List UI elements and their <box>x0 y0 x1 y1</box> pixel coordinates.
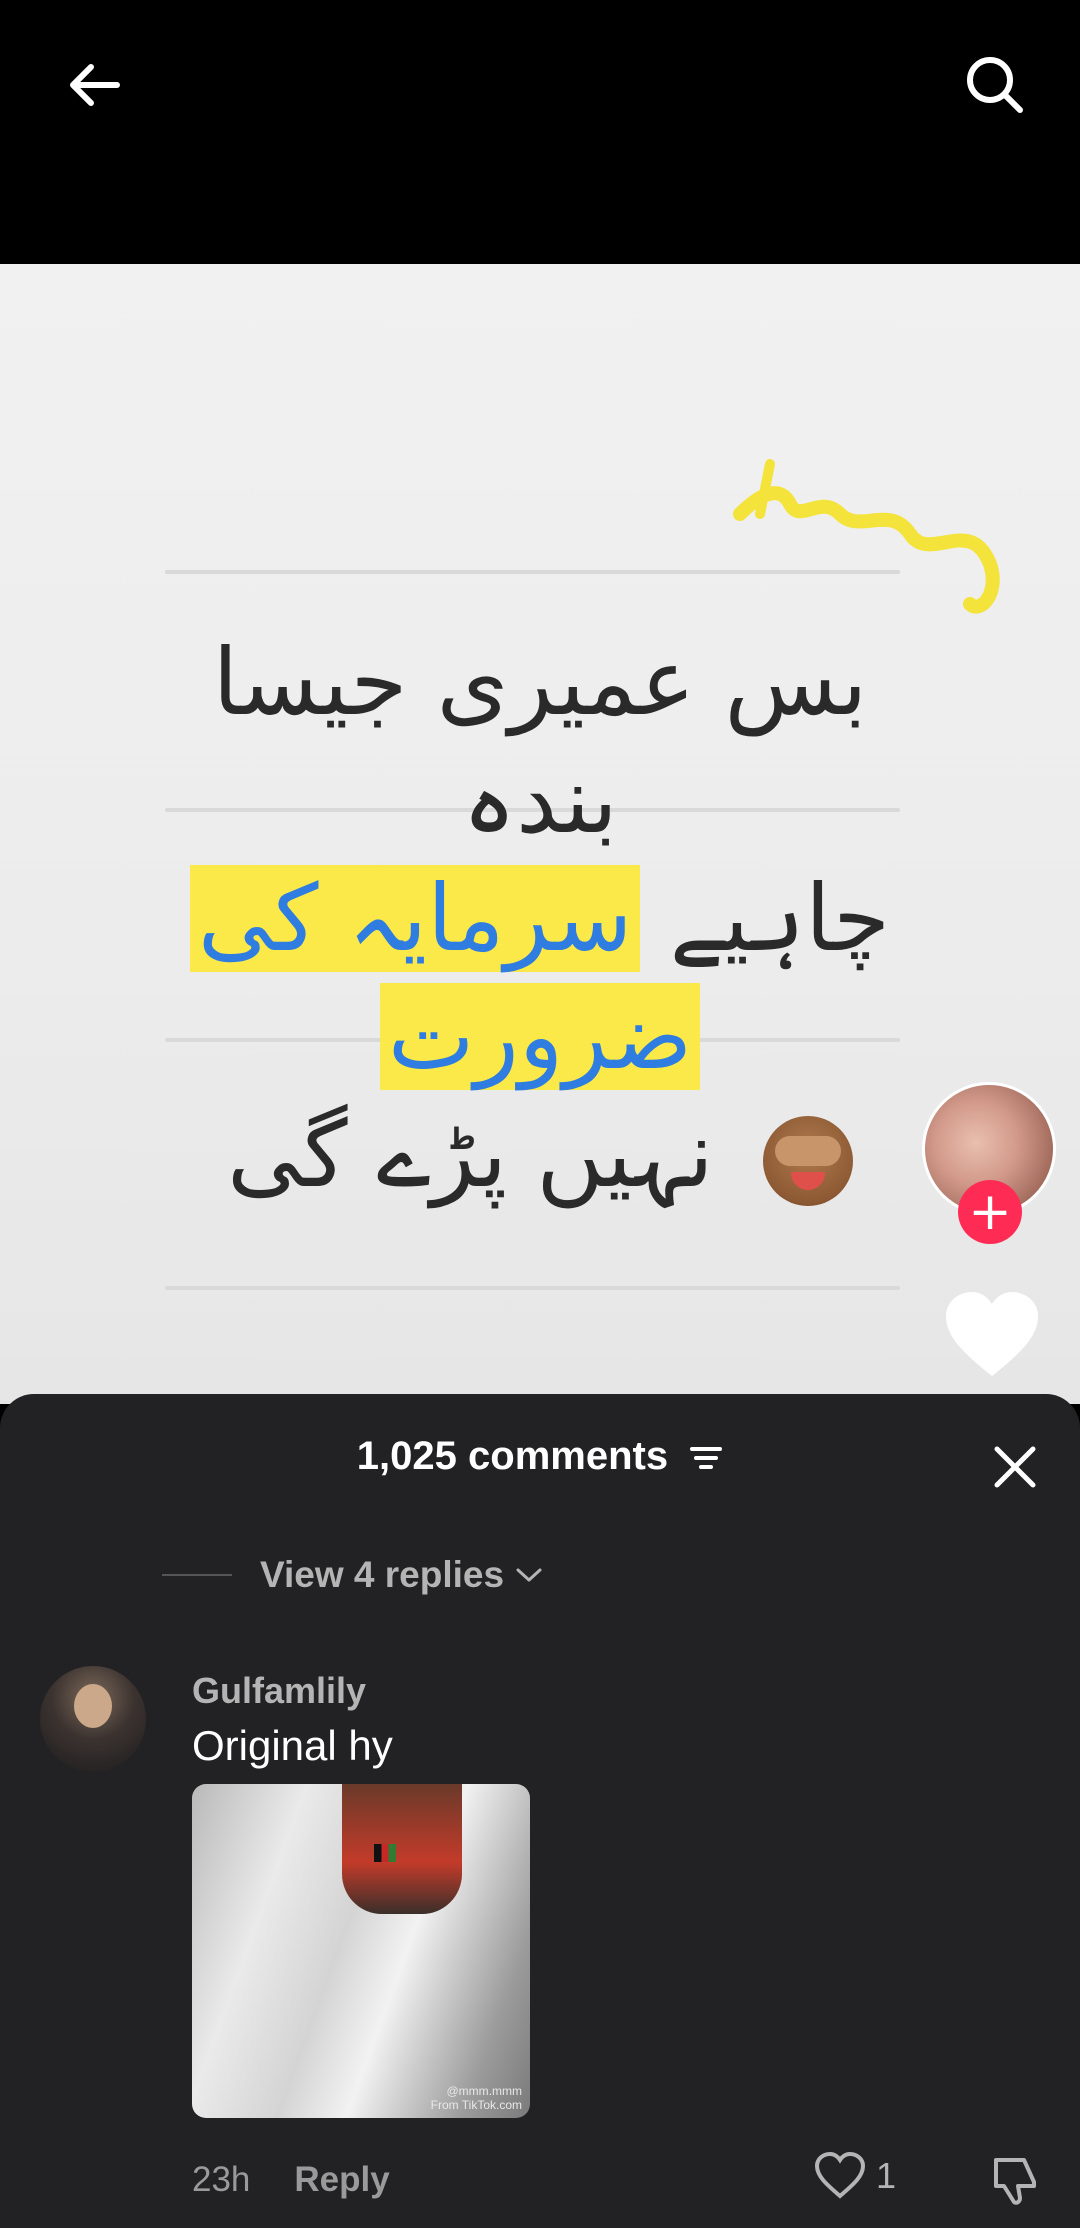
highlighted-caption-word: ضرورت <box>379 983 701 1090</box>
comment-username[interactable]: Gulfamlily <box>192 1670 366 1712</box>
divider <box>162 1574 232 1576</box>
view-replies-label: View 4 replies <box>260 1554 505 1595</box>
watermark-line: From TikTok.com <box>430 2098 522 2112</box>
ruled-line <box>165 570 900 574</box>
search-icon <box>967 57 1023 113</box>
sort-icon[interactable] <box>689 1443 723 1473</box>
close-comments-button[interactable] <box>980 1432 1050 1502</box>
ruled-line <box>165 1286 900 1290</box>
video-caption-text: بس عمیری جیسا بندہ چاہیے سرمایہ کی ضرورت… <box>140 624 940 1214</box>
heart-outline-icon <box>814 2152 866 2199</box>
watermark-line: @mmm.mmm <box>446 2084 523 2098</box>
comments-header: 1,025 comments <box>0 1434 1080 1479</box>
back-button[interactable] <box>50 40 140 130</box>
comment-meta: 23h Reply <box>192 2160 390 2200</box>
comment-text: Original hy <box>192 1722 393 1769</box>
thumbnail-watermark: @mmm.mmm From TikTok.com <box>431 2084 522 2112</box>
comment-like-button[interactable]: 1 <box>814 2152 896 2200</box>
chevron-down-icon <box>516 1568 542 1582</box>
yellow-scribble-decoration <box>733 459 1000 614</box>
caption-line: بس عمیری جیسا <box>212 629 868 736</box>
comment-time: 23h <box>192 2160 251 2199</box>
dislike-icon[interactable] <box>986 2152 1042 2208</box>
caption-word: نہیں پڑے گی <box>227 1101 714 1208</box>
arrow-left-icon <box>70 64 120 106</box>
video-player[interactable]: بس عمیری جیسا بندہ چاہیے سرمایہ کی ضرورت… <box>0 264 1080 1404</box>
top-bar <box>0 0 1080 264</box>
avatar[interactable] <box>40 1666 146 1772</box>
comments-sheet: 1,025 comments View 4 replies Gulfamlily… <box>0 1394 1080 2228</box>
comment-video-thumbnail[interactable]: @mmm.mmm From TikTok.com <box>192 1784 530 2118</box>
view-replies-button[interactable]: View 4 replies <box>162 1554 544 1596</box>
reply-button[interactable]: Reply <box>294 2160 389 2200</box>
see-no-evil-monkey-icon <box>762 1115 853 1206</box>
caption-line: ضرورت <box>140 978 940 1096</box>
flag-icon <box>374 1844 396 1862</box>
heart-icon[interactable] <box>942 1290 1042 1380</box>
comments-count-title: 1,025 comments <box>356 1434 669 1478</box>
caption-line: چاہیے سرمایہ کی <box>140 860 940 978</box>
comment-like-count: 1 <box>876 2155 897 2196</box>
search-button[interactable] <box>950 40 1040 130</box>
caption-word: چاہیے <box>669 865 891 972</box>
close-icon <box>994 1446 1036 1488</box>
caption-line: نہیں پڑے گی <box>140 1096 940 1214</box>
follow-button[interactable]: + <box>958 1180 1022 1244</box>
thumbnail-detail <box>342 1784 462 1914</box>
highlighted-caption-word: سرمایہ کی <box>189 865 641 972</box>
caption-line: بندہ <box>462 747 618 854</box>
